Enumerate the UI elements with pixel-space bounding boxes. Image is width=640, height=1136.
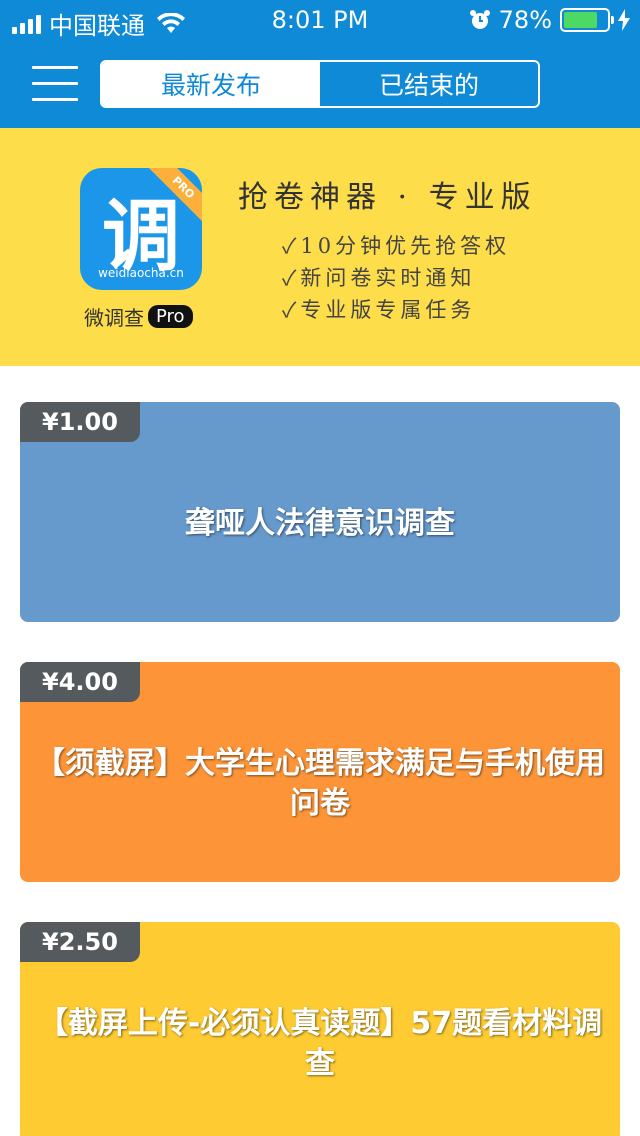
alarm-icon — [469, 10, 490, 29]
status-bar: 中国联通 8:01 PM 78% — [0, 0, 640, 40]
survey-title: 【截屏上传-必须认真读题】57题看材料调查 — [37, 1006, 603, 1081]
charging-icon — [618, 9, 630, 31]
price-tag: ¥1.00 — [20, 402, 140, 442]
survey-card[interactable]: ¥2.50 【截屏上传-必须认真读题】57题看材料调查 — [20, 922, 620, 1136]
battery-icon — [560, 8, 614, 32]
menu-button[interactable] — [32, 66, 78, 102]
promo-banner[interactable]: 调 weidiaocha.cn PRO 微调查 Pro 抢卷神器 · 专业版 ✓… — [0, 128, 640, 366]
pro-badge: Pro — [148, 305, 193, 328]
app-logo-url: weidiaocha.cn — [98, 266, 184, 280]
survey-card[interactable]: ¥4.00 【须截屏】大学生心理需求满足与手机使用问卷 — [20, 662, 620, 882]
app-name: 微调查 Pro — [84, 302, 193, 331]
survey-title: 【须截屏】大学生心理需求满足与手机使用问卷 — [35, 746, 605, 821]
slogan-item: ✓专业版专属任务 — [282, 298, 476, 322]
app-name-label: 微调查 — [84, 306, 144, 330]
app-logo: 调 weidiaocha.cn PRO — [80, 168, 202, 290]
tab-ended[interactable]: 已结束的 — [320, 62, 538, 106]
tab-latest[interactable]: 最新发布 — [102, 62, 320, 106]
slogan-list: ✓10分钟优先抢答权 ✓新问卷实时通知 ✓专业版专属任务 — [282, 230, 510, 326]
price-tag: ¥2.50 — [20, 922, 140, 962]
price-tag: ¥4.00 — [20, 662, 140, 702]
survey-title: 聋哑人法律意识调查 — [185, 506, 455, 541]
tab-switcher: 最新发布 已结束的 — [100, 60, 540, 108]
top-bar: 中国联通 8:01 PM 78% 最新发布 已结束的 — [0, 0, 640, 128]
slogan-item: ✓10分钟优先抢答权 — [282, 234, 511, 258]
survey-card[interactable]: ¥1.00 聋哑人法律意识调查 — [20, 402, 620, 622]
slogan-item: ✓新问卷实时通知 — [282, 266, 476, 290]
slogan-title: 抢卷神器 · 专业版 — [238, 180, 537, 215]
hamburger-menu-icon — [32, 66, 78, 69]
battery-percent: 78% — [498, 6, 552, 34]
